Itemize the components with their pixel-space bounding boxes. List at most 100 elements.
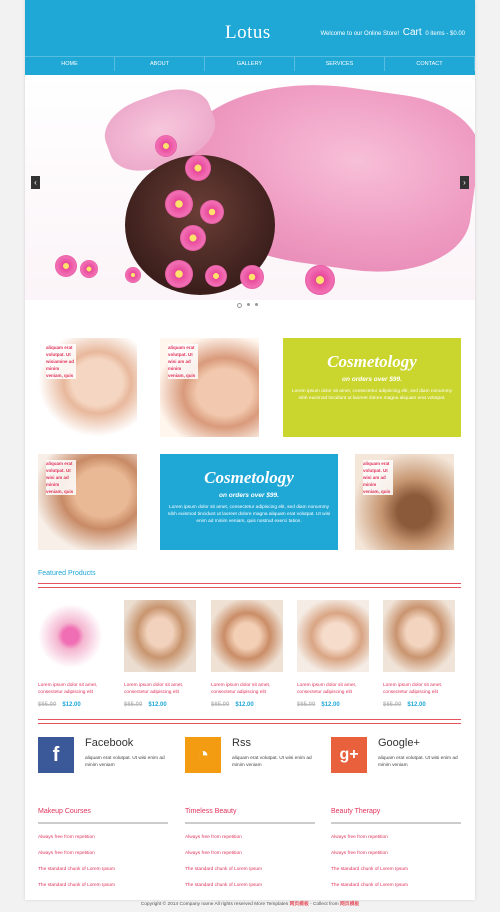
product-card[interactable]: Lorem ipsum dolor sit amet, consectetur …	[124, 600, 199, 708]
page-container: Lotus Welcome to our Online Store! Cart …	[25, 0, 475, 900]
tile-text: aliquam erat volutpat. Ut wisi am ad min…	[168, 344, 198, 379]
footer-link[interactable]: Always free from repetition	[331, 835, 461, 840]
promo-title: Cosmetology	[327, 352, 417, 371]
collect-link[interactable]: 网页模板	[340, 902, 359, 907]
promo-body: Lorem ipsum dolor sit amet, consectetur …	[292, 389, 452, 401]
footer-link[interactable]: The standard chunk of Lorem Ipsum	[185, 867, 315, 872]
flower-decoration	[165, 190, 193, 218]
footer-link[interactable]: The standard chunk of Lorem Ipsum	[38, 883, 168, 888]
nav-contact[interactable]: CONTACT	[385, 57, 475, 71]
new-price: $12.00	[407, 702, 426, 708]
flower-decoration	[80, 260, 98, 278]
site-logo[interactable]: Lotus	[225, 22, 271, 44]
footer-link[interactable]: The standard chunk of Lorem Ipsum	[331, 867, 461, 872]
flower-decoration	[155, 135, 177, 157]
featured-products-title: Featured Products	[38, 570, 96, 577]
footer-link[interactable]: The standard chunk of Lorem Ipsum	[331, 883, 461, 888]
promo-title: Cosmetology	[204, 468, 294, 487]
footer-link[interactable]: The standard chunk of Lorem Ipsum	[185, 883, 315, 888]
old-price: $65.00	[383, 702, 402, 708]
product-image[interactable]	[124, 600, 196, 672]
collect-text: - Collect from	[310, 902, 339, 907]
footer-link[interactable]: Always free from repetition	[38, 835, 168, 840]
tile-text: aliquam erat volutpat. Ut wisi am ad min…	[363, 460, 393, 495]
footer-link[interactable]: Always free from repetition	[185, 835, 315, 840]
section-divider	[38, 719, 461, 724]
social-title[interactable]: Google+	[378, 737, 420, 749]
product-card[interactable]: Lorem ipsum dolor sit amet, consectetur …	[38, 600, 113, 708]
social-text: aliquam erat volutpat. Ut wisi enim ad m…	[378, 756, 458, 768]
footer-link[interactable]: Always free from repetition	[185, 851, 315, 856]
tile-text: aliquam erat volutpat. Ut wisi am ad min…	[46, 460, 76, 495]
promo-subtitle: on orders over $99.	[219, 492, 279, 499]
spa-tile[interactable]: aliquam erat volutpat. Ut wisi am ad min…	[160, 338, 259, 437]
product-image[interactable]	[297, 600, 369, 672]
facebook-icon[interactable]: f	[38, 737, 74, 773]
new-price: $12.00	[62, 702, 81, 708]
nav-home[interactable]: HOME	[25, 57, 115, 71]
product-description: Lorem ipsum dolor sit amet, consectetur …	[211, 683, 271, 695]
footer-column-makeup: Makeup Courses Always free from repetiti…	[38, 808, 168, 888]
nav-services[interactable]: SERVICES	[295, 57, 385, 71]
site-header: Lotus Welcome to our Online Store! Cart …	[25, 0, 475, 75]
flower-decoration	[185, 155, 211, 181]
flower-decoration	[55, 255, 77, 277]
old-price: $65.00	[38, 702, 57, 708]
spa-tile[interactable]: aliquam erat volutpat. Ut wisi am ad min…	[355, 454, 454, 550]
flower-decoration	[165, 260, 193, 288]
spa-tile[interactable]: aliquam erat volutpat. Ut wisi am ad min…	[38, 454, 137, 550]
spa-tile[interactable]: aliquam erat volutpat. Ut wisiamine ad m…	[38, 338, 137, 437]
promo-subtitle: on orders over $99.	[342, 376, 402, 383]
product-prices: $65.00 $12.00	[38, 702, 113, 708]
welcome-bar: Welcome to our Online Store! Cart 0 item…	[320, 27, 465, 38]
flower-decoration	[200, 200, 224, 224]
product-image[interactable]	[38, 600, 110, 672]
slider-dot[interactable]	[255, 303, 258, 306]
footer-title: Timeless Beauty	[185, 808, 315, 824]
footer-column-timeless: Timeless Beauty Always free from repetit…	[185, 808, 315, 888]
footer-link[interactable]: The standard chunk of Lorem Ipsum	[38, 867, 168, 872]
footer-link[interactable]: Always free from repetition	[38, 851, 168, 856]
flower-decoration	[305, 265, 335, 295]
old-price: $65.00	[297, 702, 316, 708]
old-price: $65.00	[211, 702, 230, 708]
slider-prev-arrow[interactable]: ‹	[31, 176, 40, 189]
slider-dot[interactable]	[247, 303, 250, 306]
flower-decoration	[125, 267, 141, 283]
cart-link[interactable]: Cart	[403, 27, 422, 38]
old-price: $65.00	[124, 702, 143, 708]
product-description: Lorem ipsum dolor sit amet, consectetur …	[124, 683, 184, 695]
slider-next-arrow[interactable]: ›	[460, 176, 469, 189]
social-text: aliquam erat volutpat. Ut wisi enim ad m…	[85, 756, 165, 768]
google-plus-icon[interactable]: g+	[331, 737, 367, 773]
nav-about[interactable]: ABOUT	[115, 57, 205, 71]
promo-box-lime[interactable]: Cosmetology on orders over $99. Lorem ip…	[283, 338, 461, 437]
product-image[interactable]	[383, 600, 455, 672]
new-price: $12.00	[321, 702, 340, 708]
slider-pagination	[237, 303, 258, 308]
cart-summary[interactable]: 0 items - $0.00	[425, 31, 465, 37]
templates-link[interactable]: 网页模板	[290, 902, 309, 907]
copyright-text: Copyright © 2014 Company name All rights…	[140, 902, 289, 907]
nav-gallery[interactable]: GALLERY	[205, 57, 295, 71]
footer-column-therapy: Beauty Therapy Always free from repetiti…	[331, 808, 461, 888]
product-image[interactable]	[211, 600, 283, 672]
footer-link[interactable]: Always free from repetition	[331, 851, 461, 856]
product-card[interactable]: Lorem ipsum dolor sit amet, consectetur …	[383, 600, 458, 708]
product-description: Lorem ipsum dolor sit amet, consectetur …	[383, 683, 443, 695]
product-prices: $65.00 $12.00	[124, 702, 199, 708]
footer-title: Makeup Courses	[38, 808, 168, 824]
social-title[interactable]: Facebook	[85, 737, 133, 749]
rss-icon[interactable]: ◔	[185, 737, 221, 773]
copyright-bar: Copyright © 2014 Company name All rights…	[0, 900, 500, 907]
new-price: $12.00	[235, 702, 254, 708]
product-card[interactable]: Lorem ipsum dolor sit amet, consectetur …	[297, 600, 372, 708]
welcome-text: Welcome to our Online Store!	[320, 31, 400, 37]
product-card[interactable]: Lorem ipsum dolor sit amet, consectetur …	[211, 600, 286, 708]
flower-decoration	[240, 265, 264, 289]
promo-box-blue[interactable]: Cosmetology on orders over $99. Lorem ip…	[160, 454, 338, 550]
social-title[interactable]: Rss	[232, 737, 251, 749]
slider-dot[interactable]	[237, 303, 242, 308]
product-prices: $65.00 $12.00	[297, 702, 372, 708]
footer-title: Beauty Therapy	[331, 808, 461, 824]
